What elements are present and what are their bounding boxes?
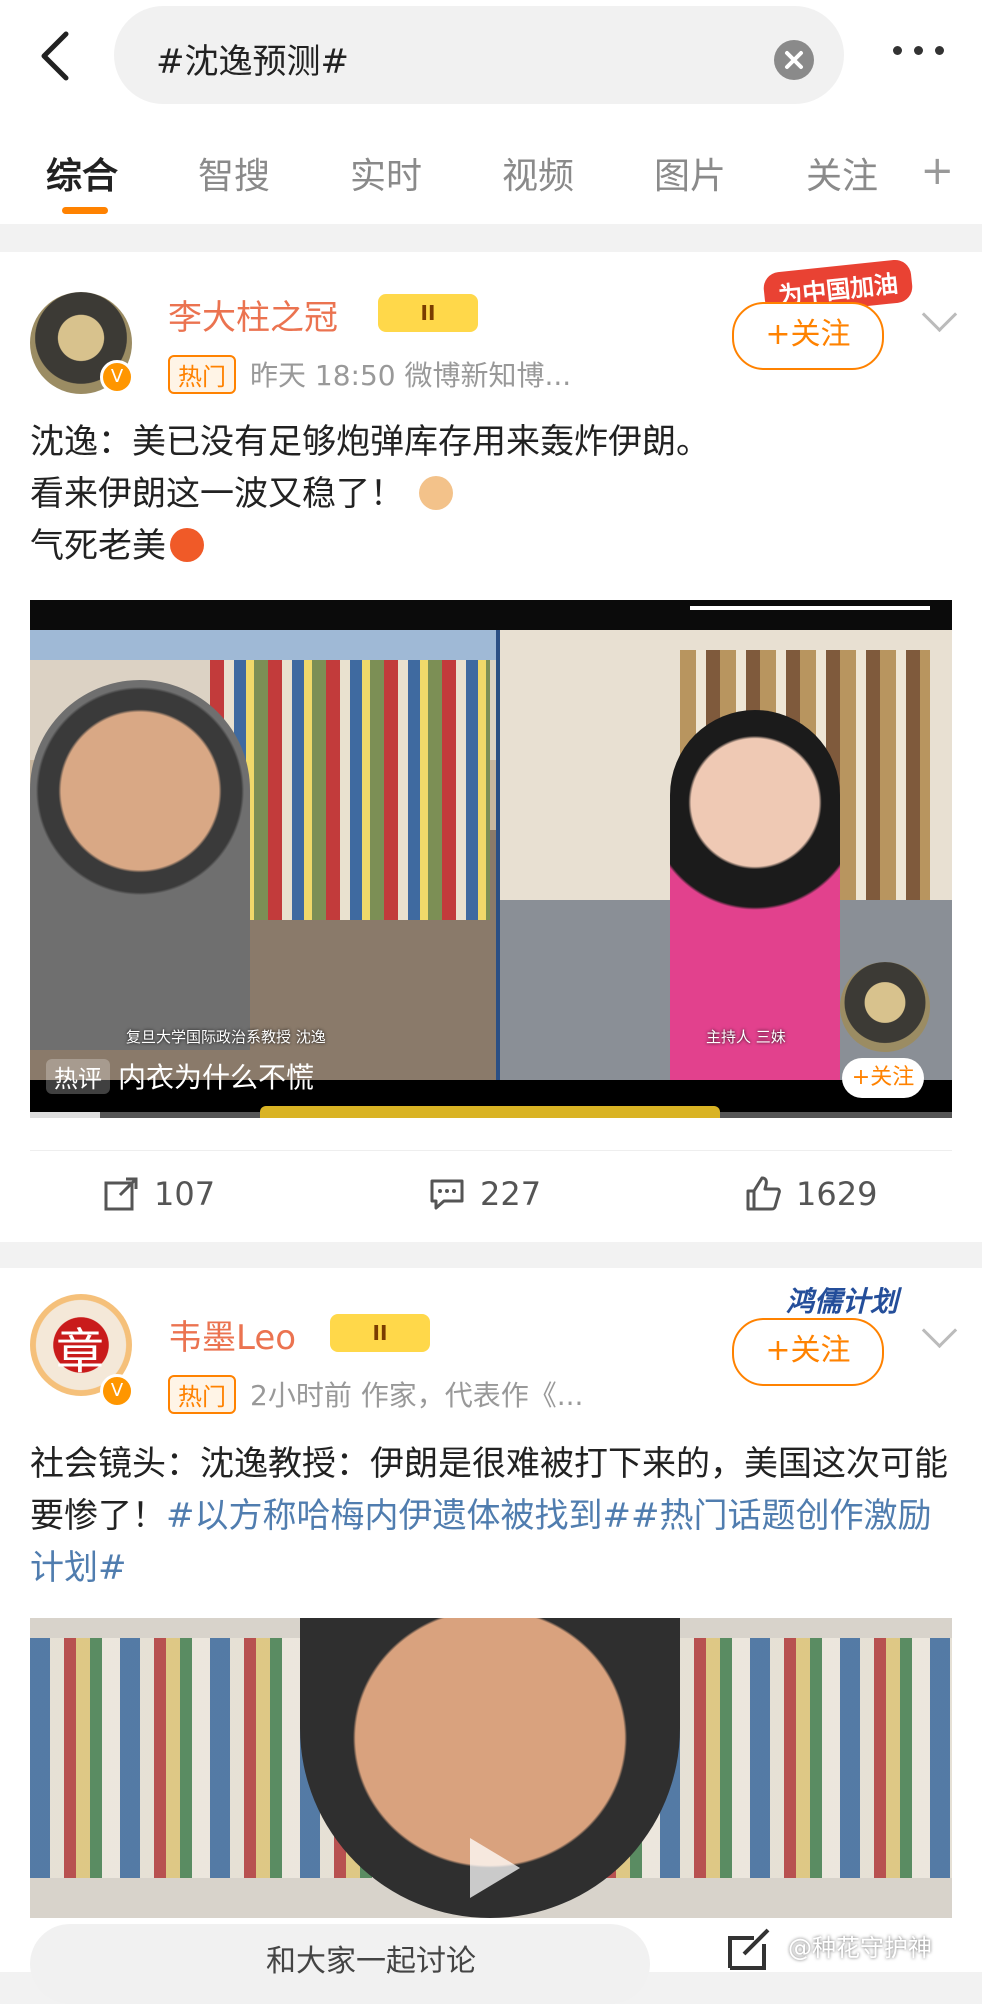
discuss-placeholder: 和大家一起讨论 <box>266 1944 476 1979</box>
repost-icon <box>104 1177 138 1211</box>
chevron-down-icon[interactable] <box>921 296 958 333</box>
like-button[interactable]: 1629 <box>744 1175 877 1213</box>
video-player[interactable] <box>30 1618 952 1918</box>
tab-following[interactable]: 关注 <box>806 147 878 199</box>
post-actions: 107 227 1629 <box>30 1150 952 1247</box>
discuss-input[interactable]: 和大家一起讨论 <box>30 1924 650 2004</box>
post-text-line: 看来伊朗这一波又稳了！ <box>30 468 952 520</box>
chevron-down-icon[interactable] <box>921 1312 958 1349</box>
post-text: 沈逸：美已没有足够炮弹库存用来轰炸伊朗。 看来伊朗这一波又稳了！ 气死老美 <box>30 416 952 572</box>
compose-icon[interactable] <box>724 1928 774 1972</box>
level-badge: II <box>378 294 478 332</box>
hot-comment-tag: 热评 <box>46 1059 110 1094</box>
verified-badge-icon: V <box>100 360 134 394</box>
username[interactable]: 韦墨Leo <box>168 1310 296 1359</box>
speaker-figure <box>30 680 250 1050</box>
comment-count: 227 <box>480 1175 542 1213</box>
host-caption: 主持人 三妹 <box>706 1028 786 1046</box>
more-options-icon[interactable] <box>887 40 950 59</box>
post-card: V 李大柱之冠 II 热门 昨天 18:50 微博新知博... 为中国加油 +关注… <box>0 252 982 1242</box>
post-text: 社会镜头：沈逸教授：伊朗是很难被打下来的，美国这次可能要惨了！#以方称哈梅内伊遗… <box>30 1438 952 1594</box>
hot-tag: 热门 <box>168 355 236 394</box>
bookshelf <box>210 660 490 920</box>
host-figure <box>670 710 840 1080</box>
tab-comprehensive[interactable]: 综合 <box>46 147 118 199</box>
hot-comment-text: 内衣为什么不慌 <box>118 1061 315 1094</box>
campaign-badge: 鸿儒计划 <box>785 1285 898 1318</box>
topic-link[interactable]: #以方称哈梅内伊遗体被找到##热门话题创作激励计划# <box>30 1496 931 1588</box>
add-tab-icon[interactable]: + <box>920 148 954 194</box>
tab-video[interactable]: 视频 <box>502 147 574 199</box>
video-follow-button[interactable]: +关注 <box>842 1058 924 1098</box>
follow-button[interactable]: +关注 <box>732 1318 884 1386</box>
comment-button[interactable]: 227 <box>428 1175 541 1213</box>
tab-smart-search[interactable]: 智搜 <box>198 147 270 199</box>
repost-button[interactable]: 107 <box>102 1175 215 1213</box>
search-field[interactable]: #沈逸预测# <box>114 6 844 104</box>
clear-icon[interactable] <box>774 40 814 80</box>
progress-fill <box>30 1112 100 1118</box>
tab-images[interactable]: 图片 <box>654 147 726 199</box>
speaker-caption: 复旦大学国际政治系教授 沈逸 <box>126 1028 326 1046</box>
progress-highlight <box>260 1106 720 1118</box>
tab-realtime[interactable]: 实时 <box>350 147 422 199</box>
verified-badge-icon: V <box>100 1374 134 1408</box>
repost-count: 107 <box>154 1175 216 1213</box>
post-text-line: 气死老美 <box>30 520 952 572</box>
split-divider <box>496 630 500 1080</box>
post-meta: 热门 昨天 18:50 微博新知博... <box>168 354 571 394</box>
play-icon[interactable] <box>470 1838 520 1898</box>
active-tab-indicator <box>62 207 108 214</box>
tab-bar: 综合 智搜 实时 视频 图片 关注 + <box>0 112 982 224</box>
watermark: @种花守护神 <box>788 1934 932 1962</box>
post-card: 章 V 韦墨Leo II 热门 2小时前 作家，代表作《... 鸿儒计划 +关注 … <box>0 1268 982 1972</box>
video-progress-bar[interactable] <box>30 1106 952 1118</box>
follow-button[interactable]: +关注 <box>732 302 884 370</box>
post-text-line: 沈逸：美已没有足够炮弹库存用来轰炸伊朗。 <box>30 422 710 462</box>
post-time-source: 2小时前 作家，代表作《... <box>250 1379 584 1412</box>
video-top-line <box>690 606 930 610</box>
post-time-source: 昨天 18:50 微博新知博... <box>250 359 572 392</box>
comment-icon <box>430 1179 464 1210</box>
video-player[interactable]: 复旦大学国际政治系教授 沈逸 主持人 三妹 +关注 热评 内衣为什么不慌 <box>30 600 952 1118</box>
like-count: 1629 <box>796 1175 878 1213</box>
bottom-bar: 和大家一起讨论 @种花守护神 <box>0 1918 982 2004</box>
hot-comment: 热评 内衣为什么不慌 <box>46 1056 314 1096</box>
top-bar: #沈逸预测# <box>0 0 982 112</box>
search-query[interactable]: #沈逸预测# <box>156 34 349 83</box>
level-badge: II <box>330 1314 430 1352</box>
back-arrow-icon[interactable] <box>36 28 76 84</box>
uploader-avatar[interactable] <box>840 962 930 1052</box>
thumbs-up-icon <box>746 1176 781 1211</box>
video-top-strip <box>30 600 952 630</box>
angry-face-emoji-icon <box>170 528 204 562</box>
hot-tag: 热门 <box>168 1375 236 1414</box>
username[interactable]: 李大柱之冠 <box>168 290 338 339</box>
praying-hands-emoji-icon <box>418 476 453 510</box>
post-meta: 热门 2小时前 作家，代表作《... <box>168 1374 583 1414</box>
